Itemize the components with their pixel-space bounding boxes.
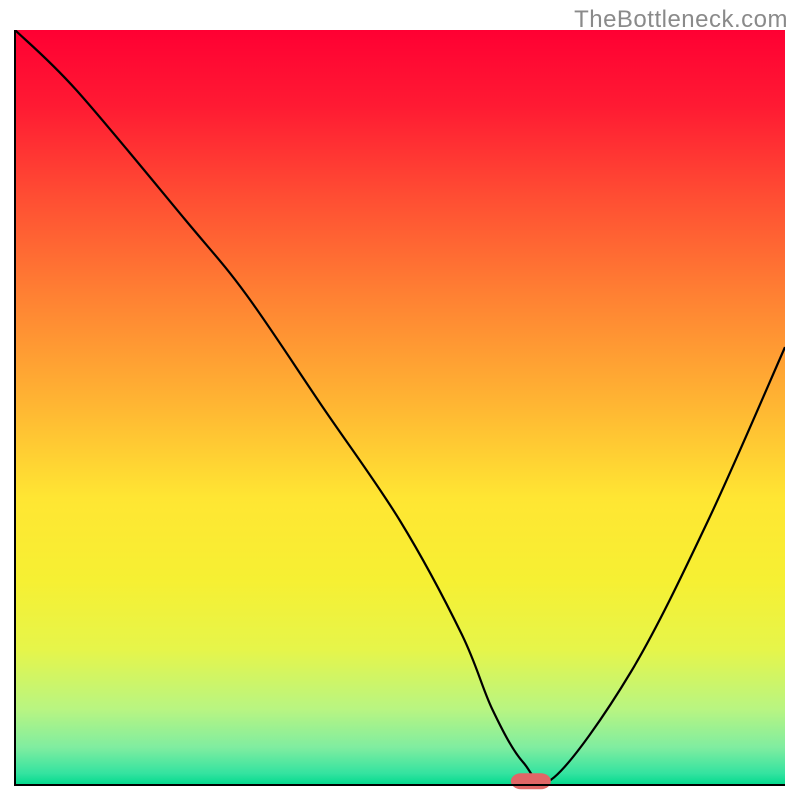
optimal-point-marker <box>511 773 551 789</box>
plot-background <box>15 30 785 785</box>
bottleneck-curve-chart <box>0 0 800 800</box>
watermark-text: TheBottleneck.com <box>574 6 788 34</box>
chart-container: TheBottleneck.com <box>0 0 800 800</box>
